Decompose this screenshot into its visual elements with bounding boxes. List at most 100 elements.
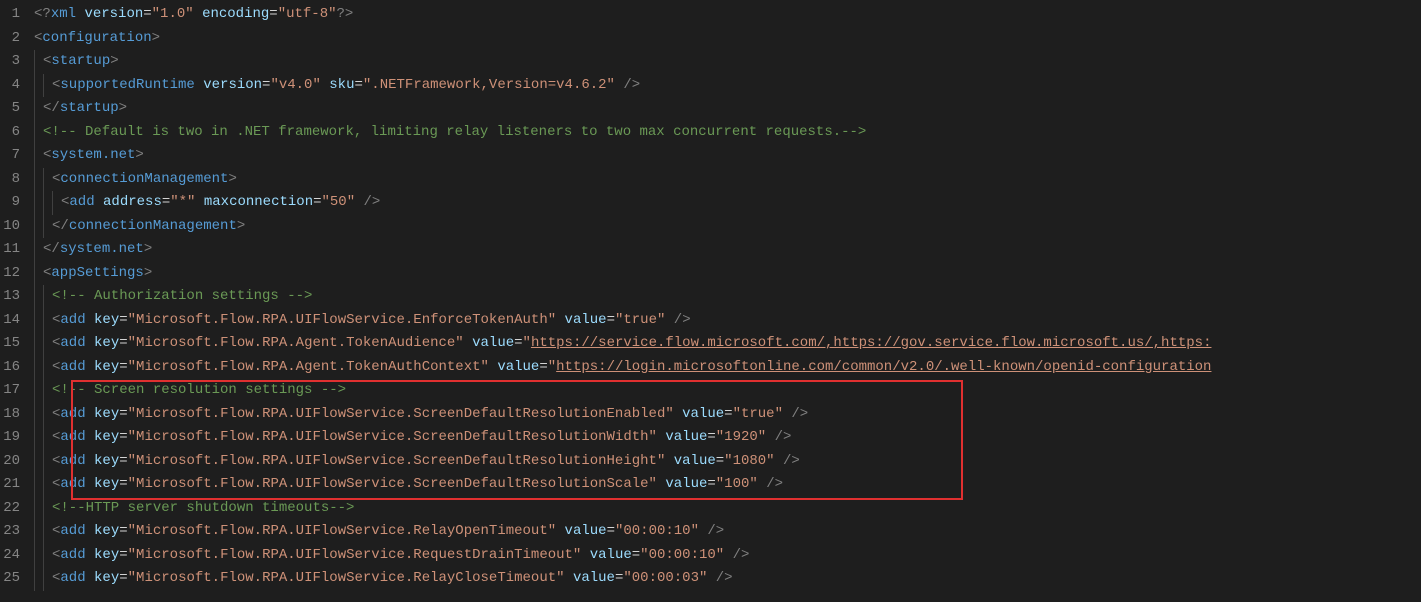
token-tag-br: /> bbox=[766, 476, 783, 492]
token-tag-br: > bbox=[144, 241, 152, 257]
code-line[interactable]: <add key="Microsoft.Flow.RPA.Agent.Token… bbox=[34, 332, 1421, 356]
token-attr: key bbox=[94, 547, 119, 563]
code-line[interactable]: <system.net> bbox=[34, 144, 1421, 168]
token-str: "1.0" bbox=[152, 6, 194, 22]
token-op: = bbox=[707, 429, 715, 445]
token-op: = bbox=[119, 453, 127, 469]
token-str: " bbox=[523, 335, 531, 351]
line-number: 1 bbox=[0, 3, 20, 27]
token-str: "00:00:10" bbox=[615, 523, 699, 539]
code-line[interactable]: <configuration> bbox=[34, 27, 1421, 51]
token-str: "v4.0" bbox=[270, 77, 320, 93]
token-tag-br: /> bbox=[623, 77, 640, 93]
line-number: 19 bbox=[0, 426, 20, 450]
code-line[interactable]: </system.net> bbox=[34, 238, 1421, 262]
line-number: 25 bbox=[0, 567, 20, 591]
token-attr: version bbox=[84, 6, 143, 22]
token-tag: startup bbox=[60, 100, 119, 116]
token-tag-br: /> bbox=[674, 312, 691, 328]
line-number-gutter: 1234567891011121314151617181920212223242… bbox=[0, 3, 34, 591]
token-plain bbox=[665, 453, 673, 469]
code-line[interactable]: <add key="Microsoft.Flow.RPA.UIFlowServi… bbox=[34, 473, 1421, 497]
token-plain bbox=[565, 570, 573, 586]
line-number: 24 bbox=[0, 544, 20, 568]
token-op: = bbox=[119, 312, 127, 328]
token-str: ".NETFramework,Version=v4.6.2" bbox=[363, 77, 615, 93]
code-line[interactable]: <?xml version="1.0" encoding="utf-8"?> bbox=[34, 3, 1421, 27]
token-tag-br: /> bbox=[775, 429, 792, 445]
token-str: "utf-8" bbox=[278, 6, 337, 22]
token-tag-br: /> bbox=[364, 194, 381, 210]
token-tag: add bbox=[60, 570, 85, 586]
code-line[interactable]: <!-- Screen resolution settings --> bbox=[34, 379, 1421, 403]
token-cmt: <!-- Screen resolution settings --> bbox=[52, 382, 346, 398]
token-op: = bbox=[539, 359, 547, 375]
token-str: "Microsoft.Flow.RPA.UIFlowService.RelayO… bbox=[128, 523, 556, 539]
token-str: " bbox=[548, 359, 556, 375]
code-line[interactable]: <startup> bbox=[34, 50, 1421, 74]
code-content[interactable]: <?xml version="1.0" encoding="utf-8"?><c… bbox=[34, 3, 1421, 591]
line-number: 14 bbox=[0, 309, 20, 333]
token-str-url: https://login.microsoftonline.com/common… bbox=[556, 359, 1211, 375]
code-line[interactable]: <appSettings> bbox=[34, 262, 1421, 286]
token-tag-br: </ bbox=[43, 241, 60, 257]
token-str: "1080" bbox=[724, 453, 774, 469]
code-editor[interactable]: 1234567891011121314151617181920212223242… bbox=[0, 0, 1421, 591]
token-str: "1920" bbox=[716, 429, 766, 445]
line-number: 4 bbox=[0, 74, 20, 98]
code-line[interactable]: <add key="Microsoft.Flow.RPA.UIFlowServi… bbox=[34, 450, 1421, 474]
token-str: "Microsoft.Flow.RPA.Agent.TokenAudience" bbox=[128, 335, 464, 351]
token-plain bbox=[556, 523, 564, 539]
token-str: "50" bbox=[322, 194, 356, 210]
token-tag-br: > bbox=[119, 100, 127, 116]
code-line[interactable]: <add key="Microsoft.Flow.RPA.UIFlowServi… bbox=[34, 426, 1421, 450]
code-line[interactable]: <supportedRuntime version="v4.0" sku=".N… bbox=[34, 74, 1421, 98]
token-str: "Microsoft.Flow.RPA.UIFlowService.Reques… bbox=[128, 547, 582, 563]
token-op: = bbox=[716, 453, 724, 469]
token-attr: key bbox=[94, 359, 119, 375]
line-number: 9 bbox=[0, 191, 20, 215]
code-line[interactable]: <add key="Microsoft.Flow.RPA.UIFlowServi… bbox=[34, 567, 1421, 591]
code-line[interactable]: </connectionManagement> bbox=[34, 215, 1421, 239]
code-line[interactable]: <add address="*" maxconnection="50" /> bbox=[34, 191, 1421, 215]
token-plain bbox=[86, 312, 94, 328]
line-number: 22 bbox=[0, 497, 20, 521]
token-tag-br: </ bbox=[43, 100, 60, 116]
line-number: 18 bbox=[0, 403, 20, 427]
code-line[interactable]: <add key="Microsoft.Flow.RPA.Agent.Token… bbox=[34, 356, 1421, 380]
code-line[interactable]: </startup> bbox=[34, 97, 1421, 121]
token-plain bbox=[86, 453, 94, 469]
token-op: = bbox=[119, 476, 127, 492]
code-line[interactable]: <add key="Microsoft.Flow.RPA.UIFlowServi… bbox=[34, 403, 1421, 427]
token-attr: sku bbox=[329, 77, 354, 93]
token-pi: ?> bbox=[337, 6, 354, 22]
code-line[interactable]: <!-- Default is two in .NET framework, l… bbox=[34, 121, 1421, 145]
code-line[interactable]: <connectionManagement> bbox=[34, 168, 1421, 192]
token-attr: version bbox=[203, 77, 262, 93]
line-number: 6 bbox=[0, 121, 20, 145]
token-tag: add bbox=[60, 406, 85, 422]
token-plain bbox=[758, 476, 766, 492]
line-number: 8 bbox=[0, 168, 20, 192]
code-line[interactable]: <add key="Microsoft.Flow.RPA.UIFlowServi… bbox=[34, 309, 1421, 333]
token-tag-br: </ bbox=[52, 218, 69, 234]
token-tag-br: /> bbox=[716, 570, 733, 586]
line-number: 20 bbox=[0, 450, 20, 474]
token-op: = bbox=[313, 194, 321, 210]
token-plain bbox=[86, 335, 94, 351]
token-plain bbox=[775, 453, 783, 469]
token-attr: maxconnection bbox=[204, 194, 313, 210]
token-tag: add bbox=[60, 453, 85, 469]
token-tag: system.net bbox=[60, 241, 144, 257]
code-line[interactable]: <add key="Microsoft.Flow.RPA.UIFlowServi… bbox=[34, 520, 1421, 544]
code-line[interactable]: <!-- Authorization settings --> bbox=[34, 285, 1421, 309]
token-plain bbox=[86, 359, 94, 375]
line-number: 5 bbox=[0, 97, 20, 121]
token-op: = bbox=[119, 335, 127, 351]
token-tag-br: > bbox=[110, 53, 118, 69]
token-op: = bbox=[119, 547, 127, 563]
code-line[interactable]: <add key="Microsoft.Flow.RPA.UIFlowServi… bbox=[34, 544, 1421, 568]
token-str: "Microsoft.Flow.RPA.UIFlowService.Enforc… bbox=[128, 312, 556, 328]
token-op: = bbox=[119, 359, 127, 375]
code-line[interactable]: <!--HTTP server shutdown timeouts--> bbox=[34, 497, 1421, 521]
